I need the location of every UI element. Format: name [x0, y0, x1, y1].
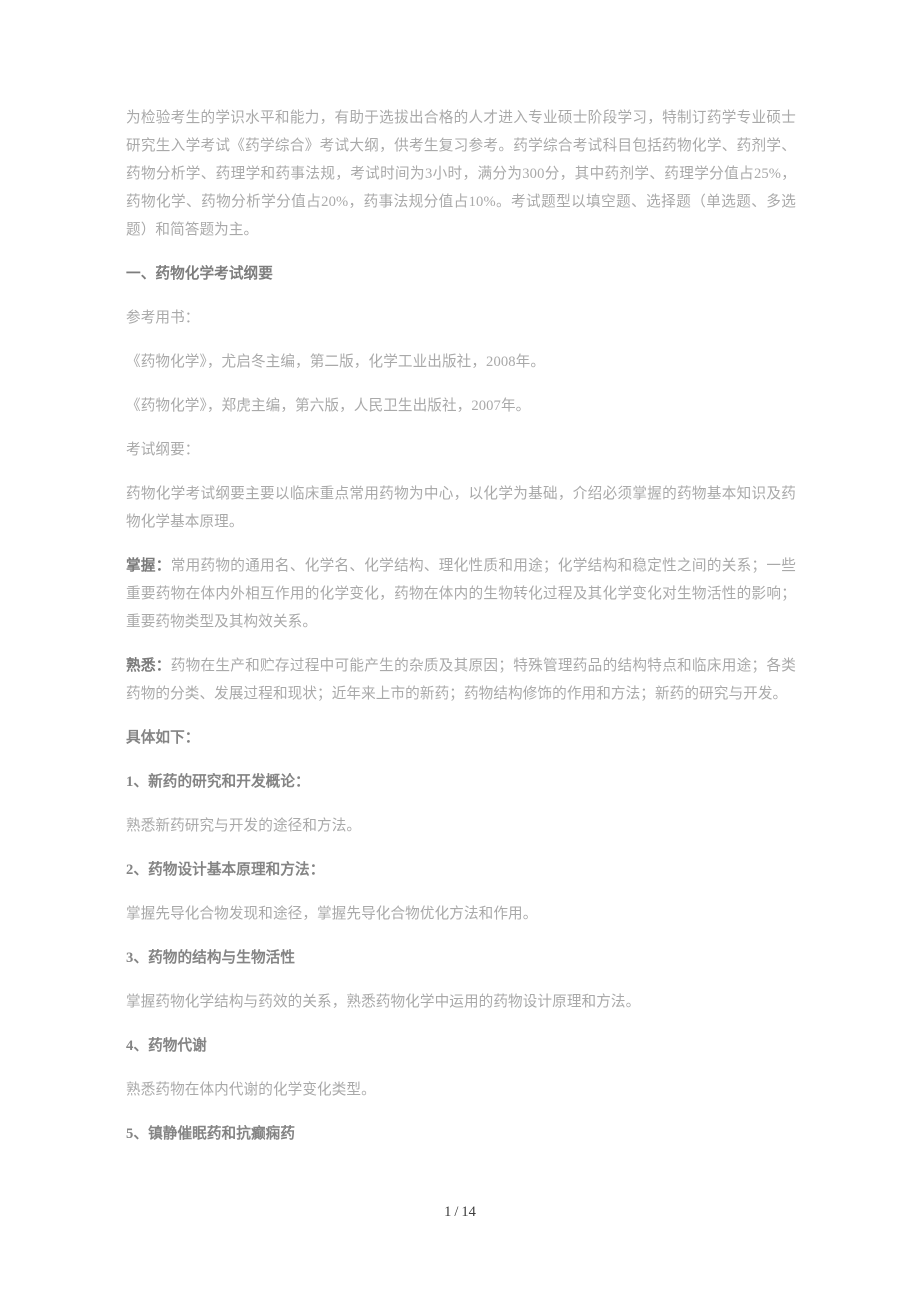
reference-books-label: 参考用书：: [126, 310, 200, 326]
reference-book-item: 《药物化学》，郑虎主编，第六版，人民卫生出版社，2007年。: [126, 398, 531, 414]
master-text: 常用药物的通用名、化学名、化学结构、理化性质和用途；化学结构和稳定性之间的关系；…: [126, 558, 796, 630]
item-3-body: 掌握药物化学结构与药效的关系，熟悉药物化学中运用的药物设计原理和方法。: [126, 994, 641, 1010]
master-label: 掌握：: [126, 558, 171, 574]
section-heading-pharmaceutical-chemistry: 一、药物化学考试纲要: [126, 266, 273, 282]
item-2-body: 掌握先导化合物发现和途径，掌握先导化合物优化方法和作用。: [126, 906, 538, 922]
exam-outline-label: 考试纲要：: [126, 442, 200, 458]
page-separator: /: [454, 1204, 459, 1220]
item-3-heading: 3、药物的结构与生物活性: [126, 950, 296, 966]
item-5-heading: 5、镇静催眠药和抗癫痫药: [126, 1126, 296, 1142]
familiar-label: 熟悉：: [126, 658, 171, 674]
item-4-body: 熟悉药物在体内代谢的化学变化类型。: [126, 1082, 376, 1098]
master-requirements-paragraph: 掌握：常用药物的通用名、化学名、化学结构、理化性质和用途；化学结构和稳定性之间的…: [126, 552, 796, 636]
item-4-heading: 4、药物代谢: [126, 1038, 207, 1054]
exam-outline-intro: 药物化学考试纲要主要以临床重点常用药物为中心，以化学为基础，介绍必须掌握的药物基…: [126, 486, 796, 530]
reference-book-item: 《药物化学》，尤启冬主编，第二版，化学工业出版社，2008年。: [126, 354, 546, 370]
item-1-heading: 1、新药的研究和开发概论：: [126, 774, 310, 790]
page-footer: 1/14: [0, 1204, 920, 1221]
document-page: 为检验考生的学识水平和能力，有助于选拔出合格的人才进入专业硕士阶段学习，特制订药…: [0, 0, 920, 1302]
familiar-requirements-paragraph: 熟悉：药物在生产和贮存过程中可能产生的杂质及其原因；特殊管理药品的结构特点和临床…: [126, 652, 796, 708]
familiar-text: 药物在生产和贮存过程中可能产生的杂质及其原因；特殊管理药品的结构特点和临床用途；…: [126, 658, 796, 702]
item-1-body: 熟悉新药研究与开发的途径和方法。: [126, 818, 362, 834]
item-2-heading: 2、药物设计基本原理和方法：: [126, 862, 325, 878]
total-page-count: 14: [461, 1204, 476, 1220]
details-heading: 具体如下：: [126, 730, 200, 746]
intro-paragraph: 为检验考生的学识水平和能力，有助于选拔出合格的人才进入专业硕士阶段学习，特制订药…: [126, 110, 796, 238]
document-body: 为检验考生的学识水平和能力，有助于选拔出合格的人才进入专业硕士阶段学习，特制订药…: [126, 104, 796, 1164]
